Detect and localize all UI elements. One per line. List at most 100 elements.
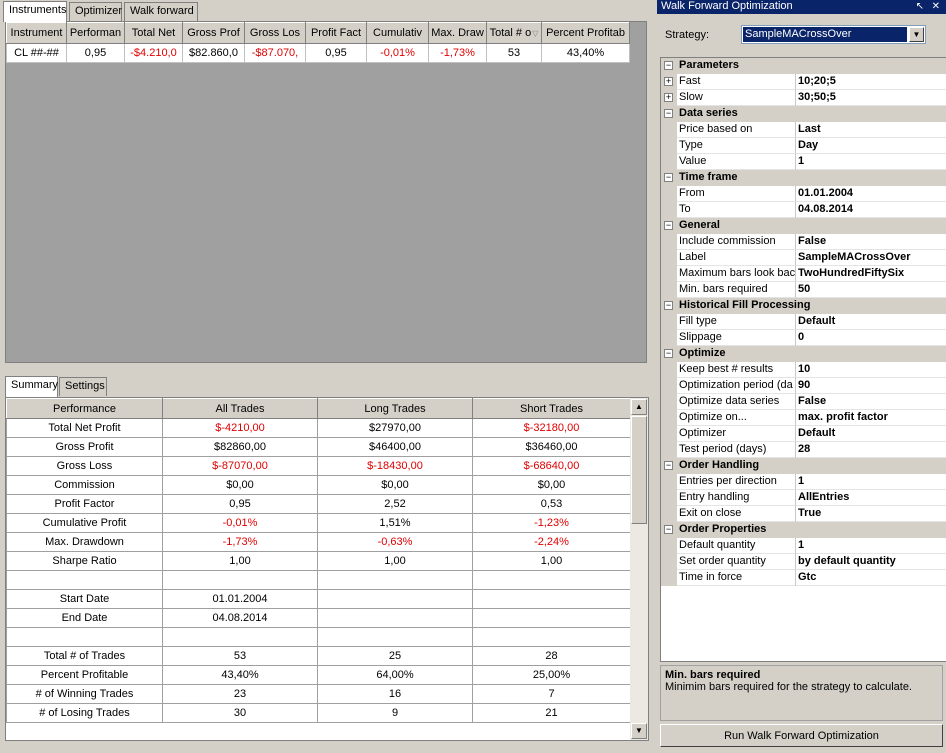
property-value[interactable]: SampleMACrossOver	[796, 250, 946, 266]
instruments-col-header[interactable]: Gross Prof	[182, 22, 245, 44]
expand-icon[interactable]: +	[664, 77, 673, 86]
property-value[interactable]: 04.08.2014	[796, 202, 946, 218]
instruments-col-header[interactable]: Total # o▽	[486, 22, 542, 44]
instruments-col-header[interactable]: Performan	[66, 22, 125, 44]
property-section[interactable]: − Optimize	[661, 346, 946, 362]
chevron-down-icon[interactable]: ▼	[909, 27, 924, 42]
property-row[interactable]: Type Day	[661, 138, 946, 154]
summary-scrollbar[interactable]: ▲ ▼	[630, 398, 648, 740]
property-value[interactable]: 1	[796, 538, 946, 554]
property-value[interactable]: Day	[796, 138, 946, 154]
property-row[interactable]: From 01.01.2004	[661, 186, 946, 202]
property-row[interactable]: Time in force Gtc	[661, 570, 946, 586]
property-section[interactable]: − General	[661, 218, 946, 234]
summary-col-header[interactable]: All Trades	[162, 398, 318, 419]
pin-icon[interactable]: ↖	[916, 0, 924, 13]
property-grid[interactable]: − Parameters + Fast 10;20;5 + Slow 30;50;5− Data…	[660, 57, 946, 662]
property-value[interactable]: 1	[796, 154, 946, 170]
property-row[interactable]: Keep best # results 10	[661, 362, 946, 378]
run-walk-forward-button[interactable]: Run Walk Forward Optimization	[660, 724, 943, 747]
tab-settings[interactable]: Settings	[59, 377, 107, 396]
property-value[interactable]: 01.01.2004	[796, 186, 946, 202]
instruments-col-header[interactable]: Percent Profitab	[541, 22, 630, 44]
property-row[interactable]: Price based on Last	[661, 122, 946, 138]
property-value[interactable]: 0	[796, 330, 946, 346]
property-value[interactable]: True	[796, 506, 946, 522]
instrument-cell[interactable]: CL ##-##	[6, 43, 67, 63]
property-value[interactable]: TwoHundredFiftySix	[796, 266, 946, 282]
property-section[interactable]: − Order Properties	[661, 522, 946, 538]
splitter[interactable]	[0, 363, 652, 375]
property-section[interactable]: − Parameters	[661, 58, 946, 74]
property-row[interactable]: Min. bars required 50	[661, 282, 946, 298]
collapse-icon[interactable]: −	[664, 109, 673, 118]
property-value[interactable]: 50	[796, 282, 946, 298]
tab-instruments[interactable]: Instruments	[3, 1, 67, 22]
property-section[interactable]: − Historical Fill Processing	[661, 298, 946, 314]
property-row[interactable]: Value 1	[661, 154, 946, 170]
collapse-icon[interactable]: −	[664, 301, 673, 310]
tab-optimizer[interactable]: Optimizer	[69, 2, 122, 21]
property-row[interactable]: Optimize on... max. profit factor	[661, 410, 946, 426]
property-row[interactable]: To 04.08.2014	[661, 202, 946, 218]
instruments-col-header[interactable]: Total Net	[124, 22, 183, 44]
property-row[interactable]: Optimization period (da 90	[661, 378, 946, 394]
property-row[interactable]: Set order quantity by default quantity	[661, 554, 946, 570]
property-row[interactable]: Maximum bars look bac TwoHundredFiftySix	[661, 266, 946, 282]
expand-icon[interactable]: +	[664, 93, 673, 102]
property-section[interactable]: − Data series	[661, 106, 946, 122]
property-row[interactable]: Optimizer Default	[661, 426, 946, 442]
summary-col-header[interactable]: Performance	[6, 398, 163, 419]
property-value[interactable]: 30;50;5	[796, 90, 946, 106]
property-row[interactable]: Entry handling AllEntries	[661, 490, 946, 506]
collapse-icon[interactable]: −	[664, 173, 673, 182]
property-value[interactable]: Default	[796, 314, 946, 330]
property-row[interactable]: Slippage 0	[661, 330, 946, 346]
collapse-icon[interactable]: −	[664, 349, 673, 358]
tab-summary[interactable]: Summary	[5, 376, 58, 397]
property-value[interactable]: Last	[796, 122, 946, 138]
collapse-icon[interactable]: −	[664, 61, 673, 70]
property-value[interactable]: max. profit factor	[796, 410, 946, 426]
instruments-col-header[interactable]: Max. Draw	[428, 22, 487, 44]
property-row[interactable]: Optimize data series False	[661, 394, 946, 410]
property-row[interactable]: Include commission False	[661, 234, 946, 250]
property-value[interactable]: 10	[796, 362, 946, 378]
property-value[interactable]: Gtc	[796, 570, 946, 586]
property-value[interactable]: AllEntries	[796, 490, 946, 506]
scroll-down-icon[interactable]: ▼	[631, 723, 647, 739]
close-icon[interactable]: ✕	[932, 0, 940, 13]
property-row[interactable]: Default quantity 1	[661, 538, 946, 554]
property-value[interactable]: Default	[796, 426, 946, 442]
property-value[interactable]: 10;20;5	[796, 74, 946, 90]
panel-title-bar[interactable]: Walk Forward Optimization ↖ ✕	[657, 0, 946, 14]
summary-col-header[interactable]: Long Trades	[317, 398, 473, 419]
property-value[interactable]: 28	[796, 442, 946, 458]
scroll-up-icon[interactable]: ▲	[631, 399, 647, 415]
property-row[interactable]: Label SampleMACrossOver	[661, 250, 946, 266]
tab-walk-forward[interactable]: Walk forward	[124, 2, 198, 21]
strategy-select[interactable]: SampleMACrossOver ▼	[741, 25, 926, 44]
property-value[interactable]: False	[796, 234, 946, 250]
instruments-col-header[interactable]: Profit Fact	[305, 22, 367, 44]
property-value[interactable]: 90	[796, 378, 946, 394]
instruments-col-header[interactable]: Gross Los	[244, 22, 306, 44]
property-value[interactable]: 1	[796, 474, 946, 490]
property-row[interactable]: + Slow 30;50;5	[661, 90, 946, 106]
collapse-icon[interactable]: −	[664, 221, 673, 230]
property-value[interactable]: by default quantity	[796, 554, 946, 570]
instruments-col-header[interactable]: Cumulativ	[366, 22, 429, 44]
property-value[interactable]: False	[796, 394, 946, 410]
collapse-icon[interactable]: −	[664, 461, 673, 470]
property-row[interactable]: Entries per direction 1	[661, 474, 946, 490]
property-row[interactable]: Test period (days) 28	[661, 442, 946, 458]
instruments-col-header[interactable]: Instrument	[6, 22, 67, 44]
property-row[interactable]: Exit on close True	[661, 506, 946, 522]
property-section[interactable]: − Order Handling	[661, 458, 946, 474]
property-section[interactable]: − Time frame	[661, 170, 946, 186]
property-row[interactable]: + Fast 10;20;5	[661, 74, 946, 90]
property-row[interactable]: Fill type Default	[661, 314, 946, 330]
scroll-thumb[interactable]	[631, 416, 647, 524]
summary-col-header[interactable]: Short Trades	[472, 398, 631, 419]
collapse-icon[interactable]: −	[664, 525, 673, 534]
